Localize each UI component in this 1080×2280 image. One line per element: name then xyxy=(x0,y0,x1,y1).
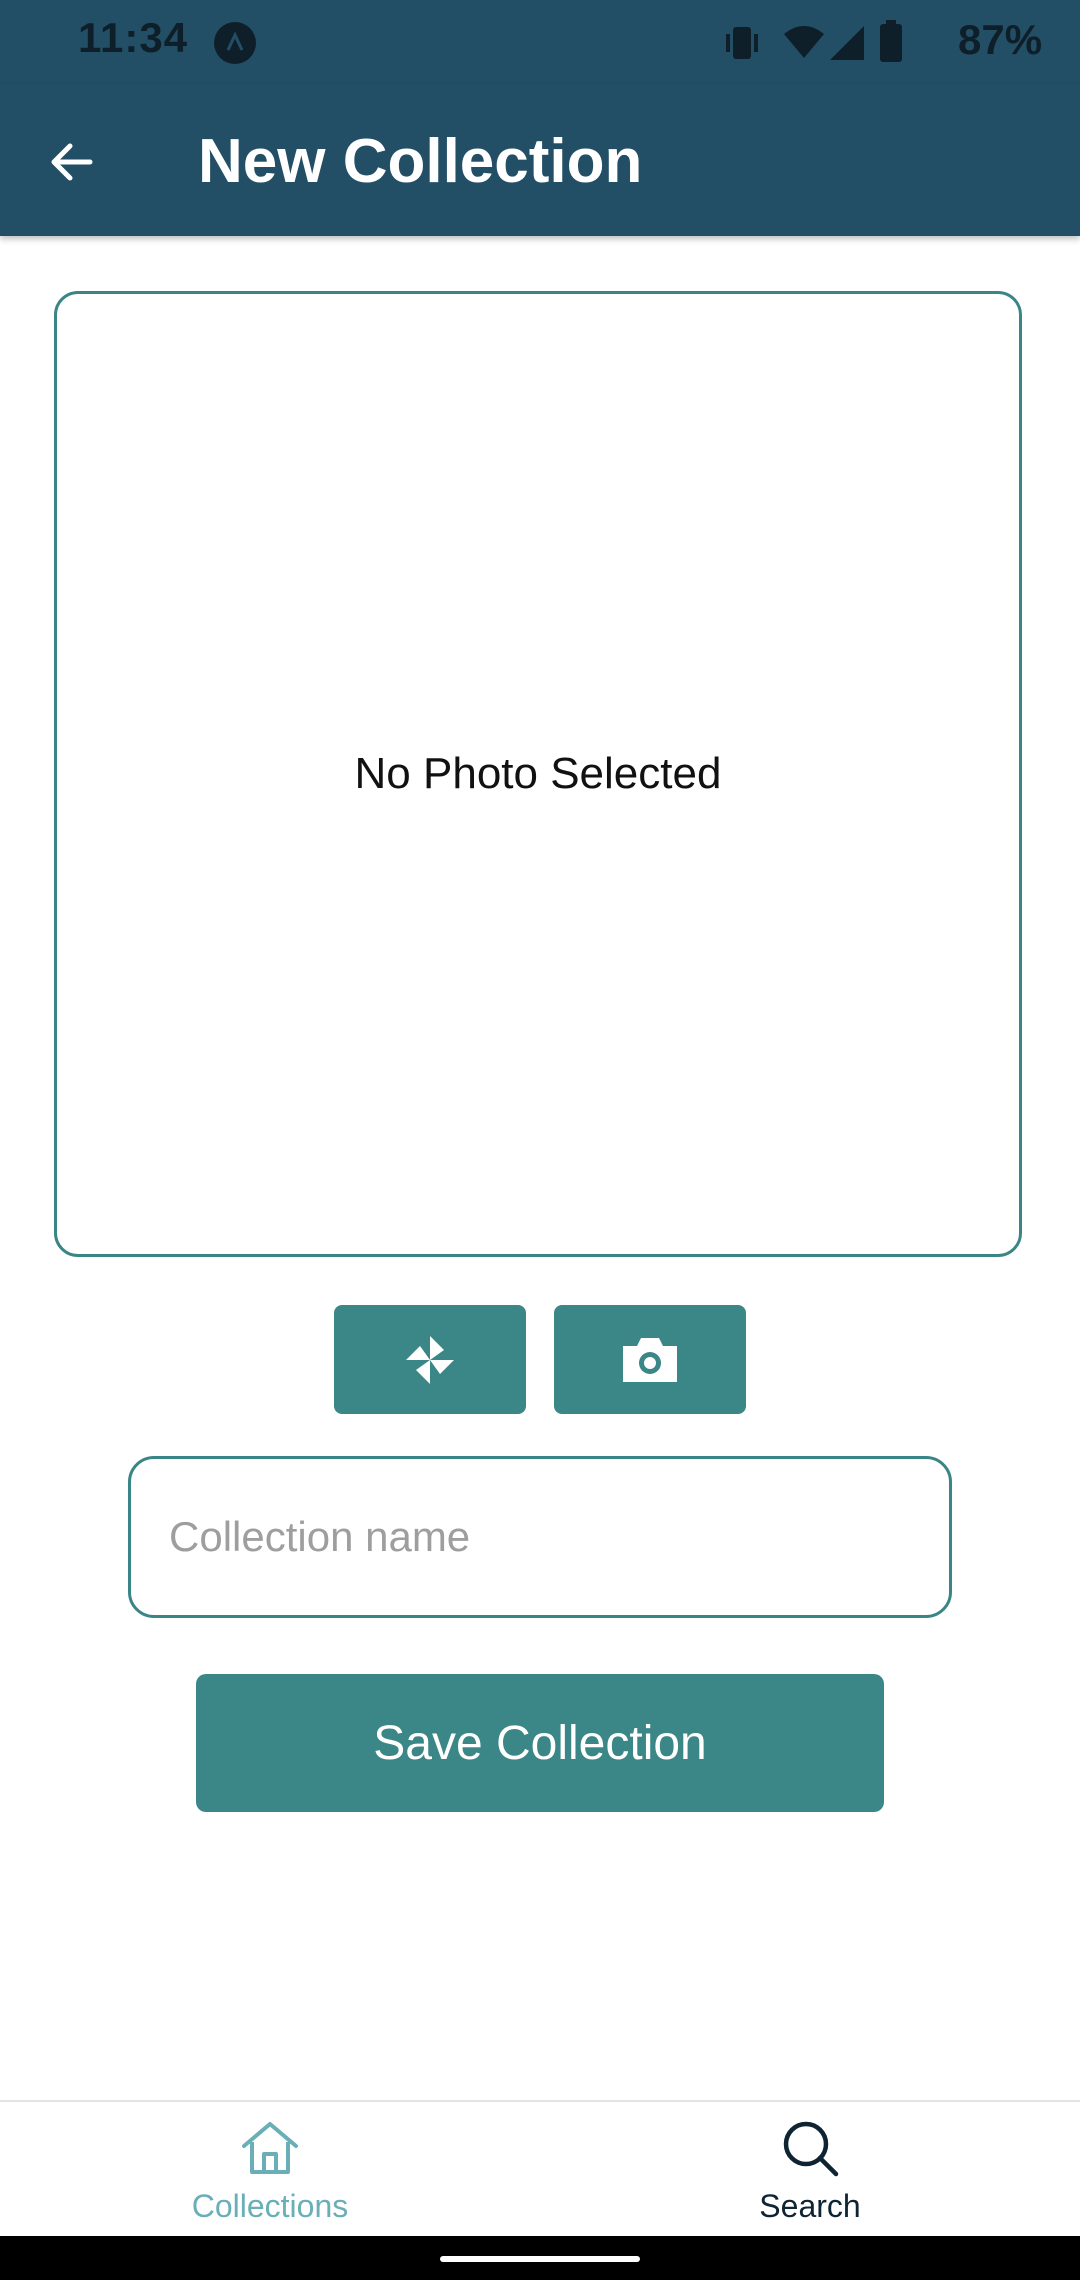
status-bar: 11:34 87% xyxy=(0,0,1080,84)
nav-item-collections[interactable]: Collections xyxy=(0,2102,540,2238)
search-icon xyxy=(783,2121,839,2177)
cell-signal-icon xyxy=(830,26,864,60)
collection-name-input[interactable] xyxy=(128,1456,952,1618)
nav-label-search: Search xyxy=(759,2188,861,2224)
nav-label-collections: Collections xyxy=(191,2188,349,2224)
back-button[interactable] xyxy=(30,120,114,204)
vibrate-icon xyxy=(726,27,758,59)
wifi-icon xyxy=(784,26,824,58)
nav-item-search[interactable]: Search xyxy=(540,2102,1080,2238)
take-photo-button[interactable] xyxy=(554,1305,746,1414)
home-gesture-handle[interactable] xyxy=(440,2256,640,2262)
battery-icon xyxy=(880,20,902,62)
pick-from-gallery-button[interactable] xyxy=(334,1305,526,1414)
app-bar: New Collection xyxy=(0,84,1080,236)
app-notification-icon xyxy=(214,22,256,64)
system-gesture-bar xyxy=(0,2236,1080,2280)
save-collection-button[interactable]: Save Collection xyxy=(196,1674,884,1812)
photo-placeholder-text: No Photo Selected xyxy=(354,749,722,798)
page-title: New Collection xyxy=(198,127,643,196)
home-icon xyxy=(242,2122,298,2174)
pinwheel-gallery-icon xyxy=(406,1335,454,1384)
camera-icon xyxy=(623,1337,677,1382)
bottom-navigation: Collections Search xyxy=(0,2100,1080,2238)
status-time: 11:34 xyxy=(78,14,189,61)
battery-percentage: 87% xyxy=(958,16,1043,63)
photo-preview: No Photo Selected xyxy=(54,291,1022,1257)
arrow-back-icon xyxy=(51,143,93,181)
